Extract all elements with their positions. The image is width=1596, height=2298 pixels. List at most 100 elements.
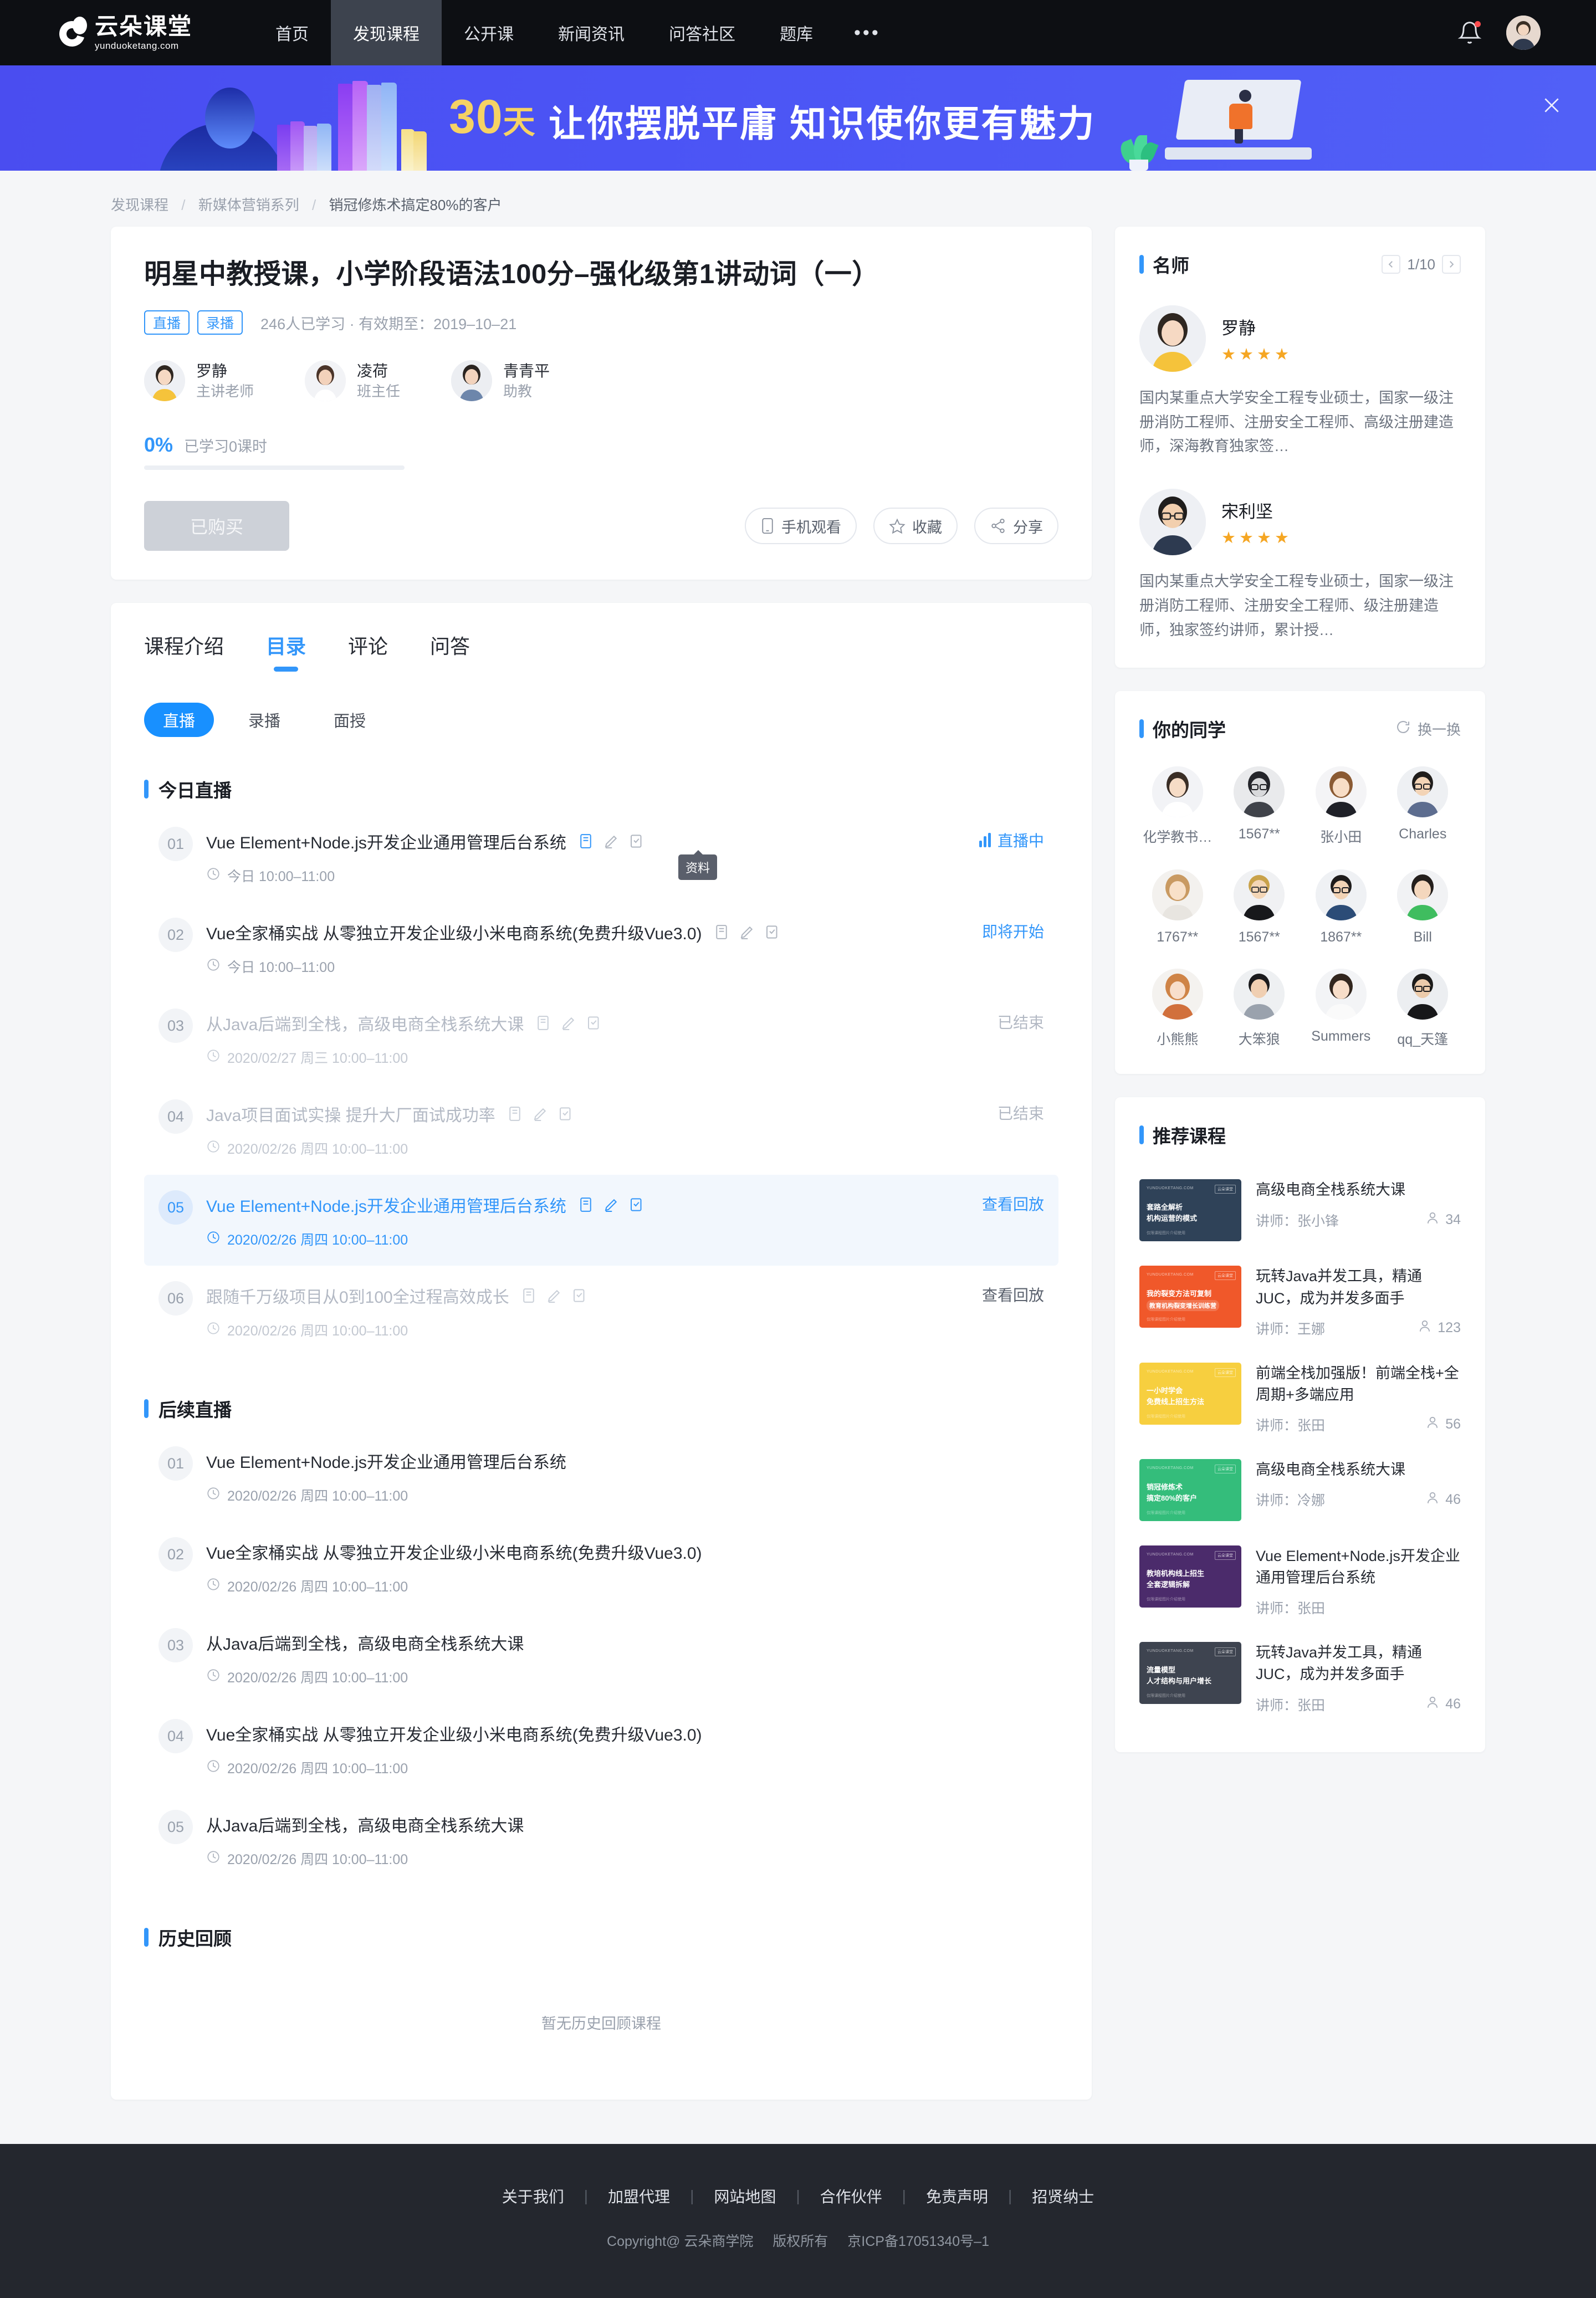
tab-comments[interactable]: 评论: [348, 631, 388, 672]
status-badge-replay[interactable]: 查看回放: [982, 1192, 1044, 1215]
breadcrumb-item-1[interactable]: 新媒体营销系列: [198, 197, 299, 213]
teacher-assistant[interactable]: 青青平 助教: [451, 360, 550, 402]
list-item[interactable]: qq_天篷: [1385, 969, 1461, 1048]
table-row[interactable]: 02 Vue全家桶实战 从零独立开发企业级小米电商系统(免费升级Vue3.0) …: [144, 1522, 1058, 1613]
subtab-offline[interactable]: 面授: [315, 703, 385, 737]
notifications-bell-icon[interactable]: [1457, 21, 1482, 45]
exam-icon[interactable]: [586, 1015, 602, 1031]
list-item[interactable]: YUNDUOKETANG.COM 云朵课堂 销冠修炼术 搞定80%的客户 仅限课…: [1139, 1447, 1461, 1533]
nav-item-news[interactable]: 新闻资讯: [536, 0, 647, 65]
table-row[interactable]: 01 Vue Element+Node.js开发企业通用管理后台系统 2020/…: [144, 1431, 1058, 1522]
teachers-page-indicator: 1/10: [1407, 255, 1435, 273]
classmate-name: Bill: [1413, 929, 1432, 945]
nav-item-home[interactable]: 首页: [253, 0, 331, 65]
footer-link-about[interactable]: 关于我们: [482, 2185, 584, 2207]
course-teachers: 罗静 主讲老师 凌荷 班主任 青青平 助教: [144, 360, 1058, 402]
list-item[interactable]: Charles: [1385, 766, 1461, 846]
homework-icon[interactable]: [546, 1287, 562, 1304]
avatar: [1234, 969, 1285, 1020]
homework-icon[interactable]: [603, 833, 620, 849]
famous-teacher-item[interactable]: 罗静 ★ ★ ★ ★ 国内某重点大学安全工程专业硕士，国家一级注册消防工程师、注…: [1139, 305, 1461, 459]
famous-teacher-item[interactable]: 宋利坚 ★ ★ ★ ★ 国内某重点大学安全工程专业硕士，国家一级注册消防工程师、…: [1139, 489, 1461, 642]
teacher-lecturer[interactable]: 罗静 主讲老师: [144, 360, 254, 402]
table-row[interactable]: 03 从Java后端到全栈，高级电商全栈系统大课 2020/02/26 周四 1…: [144, 1613, 1058, 1703]
list-item[interactable]: 大笨狼: [1221, 969, 1298, 1048]
status-badge-soon[interactable]: 即将开始: [982, 920, 1044, 942]
nav-item-discover-courses[interactable]: 发现课程: [331, 0, 442, 65]
user-avatar[interactable]: [1506, 16, 1541, 50]
chevron-left-icon[interactable]: [1382, 255, 1401, 274]
clock-icon: [206, 1759, 221, 1777]
nav-item-public-courses[interactable]: 公开课: [442, 0, 536, 65]
subtab-recorded[interactable]: 录播: [229, 703, 299, 737]
material-icon[interactable]: [535, 1015, 551, 1031]
list-item[interactable]: 小熊熊: [1139, 969, 1216, 1048]
table-row[interactable]: 02 Vue全家桶实战 从零独立开发企业级小米电商系统(免费升级Vue3.0): [144, 902, 1058, 993]
watch-on-mobile-button[interactable]: 手机观看: [745, 508, 857, 545]
footer-link-jobs[interactable]: 招贤纳士: [1012, 2185, 1114, 2207]
table-row[interactable]: 04 Java项目面试实操 提升大厂面试成功率 2020/02/26 周四 10…: [144, 1084, 1058, 1175]
exam-icon[interactable]: [557, 1106, 574, 1122]
nav-item-qa-community[interactable]: 问答社区: [647, 0, 758, 65]
banner-plant-decor: [1118, 126, 1159, 171]
nav-item-more[interactable]: •••: [835, 0, 899, 65]
homework-icon[interactable]: [603, 1196, 620, 1213]
table-row[interactable]: 03 从Java后端到全栈，高级电商全栈系统大课 2020/02/27 周三 1…: [144, 993, 1058, 1084]
icp-text[interactable]: 京ICP备17051340号–1: [847, 2234, 989, 2249]
tab-qa[interactable]: 问答: [430, 631, 470, 672]
footer-link-franchise[interactable]: 加盟代理: [588, 2185, 690, 2207]
subtab-live[interactable]: 直播: [144, 703, 214, 738]
notification-dot: [1475, 21, 1481, 27]
list-item[interactable]: 1567**: [1221, 766, 1298, 846]
tab-course-intro[interactable]: 课程介绍: [144, 631, 224, 672]
breadcrumb-item-0[interactable]: 发现课程: [111, 197, 168, 213]
chevron-right-icon[interactable]: [1442, 255, 1461, 274]
material-icon[interactable]: [507, 1106, 523, 1122]
footer-link-sitemap[interactable]: 网站地图: [694, 2185, 796, 2207]
list-item[interactable]: 1867**: [1303, 869, 1379, 945]
clock-icon: [206, 1321, 221, 1339]
purchased-button[interactable]: 已购买: [144, 501, 289, 551]
table-row[interactable]: 01 Vue Element+Node.js开发企业通用管理后台系统 今日 10…: [144, 811, 1058, 902]
list-item[interactable]: YUNDUOKETANG.COM 云朵课堂 套路全解析 机构运营的模式 仅限课程…: [1139, 1167, 1461, 1253]
exam-icon[interactable]: [571, 1287, 588, 1304]
footer-link-disclaimer[interactable]: 免责声明: [906, 2185, 1008, 2207]
share-button[interactable]: 分享: [974, 508, 1058, 545]
table-row[interactable]: 04 Vue全家桶实战 从零独立开发企业级小米电商系统(免费升级Vue3.0) …: [144, 1703, 1058, 1794]
table-row[interactable]: 05 从Java后端到全栈，高级电商全栈系统大课 2020/02/26 周四 1…: [144, 1794, 1058, 1885]
site-logo[interactable]: 云朵课堂 yunduoketang.com: [54, 0, 192, 65]
list-item[interactable]: Bill: [1385, 869, 1461, 945]
material-icon[interactable]: [577, 833, 594, 849]
list-item[interactable]: 1767**: [1139, 869, 1216, 945]
table-row[interactable]: 05 Vue Element+Node.js开发企业通用管理后台系统 2020/…: [144, 1175, 1058, 1266]
list-item[interactable]: 1567**: [1221, 869, 1298, 945]
exam-icon[interactable]: [764, 924, 781, 940]
list-item[interactable]: 张小田: [1303, 766, 1379, 846]
exam-icon[interactable]: [628, 1196, 645, 1213]
homework-icon[interactable]: [532, 1106, 549, 1122]
status-badge-replay[interactable]: 查看回放: [982, 1283, 1044, 1306]
table-row[interactable]: 06 跟随千万级项目从0到100全过程高效成长 2020/02/26 周四 10…: [144, 1266, 1058, 1357]
favorite-button[interactable]: 收藏: [873, 508, 958, 545]
list-item[interactable]: YUNDUOKETANG.COM 云朵课堂 一小时学会 免费线上招生方法 仅限课…: [1139, 1350, 1461, 1447]
material-icon[interactable]: [520, 1287, 537, 1304]
promo-banner[interactable]: 30天 让你摆脱平庸 知识使你更有魅力: [0, 65, 1596, 171]
list-item[interactable]: YUNDUOKETANG.COM 云朵课堂 教培机构线上招生 全套逻辑拆解 仅限…: [1139, 1533, 1461, 1630]
list-item[interactable]: YUNDUOKETANG.COM 云朵课堂 流量模型 人才结构与用户增长 仅限课…: [1139, 1630, 1461, 1726]
teacher-head-of-class[interactable]: 凌荷 班主任: [305, 360, 400, 402]
status-badge-live[interactable]: 直播中: [979, 829, 1044, 851]
list-item[interactable]: YUNDUOKETANG.COM 云朵课堂 我的裂变方法可复制 教育机构裂变增长…: [1139, 1253, 1461, 1350]
close-icon[interactable]: [1541, 94, 1563, 116]
material-icon[interactable]: [577, 1196, 594, 1213]
footer-link-partners[interactable]: 合作伙伴: [800, 2185, 902, 2207]
homework-icon[interactable]: [739, 924, 755, 940]
nav-item-question-bank[interactable]: 题库: [758, 0, 835, 65]
homework-icon[interactable]: [560, 1015, 577, 1031]
material-icon[interactable]: [713, 924, 730, 940]
list-item[interactable]: Summers: [1303, 969, 1379, 1048]
refresh-classmates-button[interactable]: 换一换: [1395, 719, 1461, 739]
list-item[interactable]: 化学教书…: [1139, 766, 1216, 846]
tab-catalog[interactable]: 目录: [266, 631, 306, 672]
avatar: [1315, 869, 1367, 921]
exam-icon[interactable]: [628, 833, 645, 849]
